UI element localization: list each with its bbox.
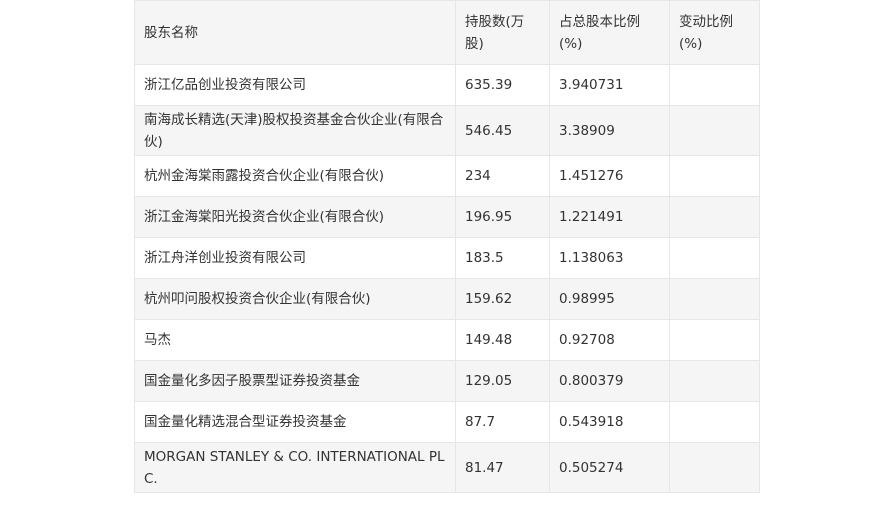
table-row: 浙江舟洋创业投资有限公司 183.5 1.138063 — [134, 237, 760, 279]
shareholder-table-container: 股东名称 持股数(万股) 占总股本比例(%) 变动比例(%) 浙江亿品创业投资有… — [134, 0, 760, 493]
table-row: 浙江亿品创业投资有限公司 635.39 3.940731 — [134, 64, 760, 106]
cell-shares-held: 635.39 — [455, 64, 550, 106]
cell-change-ratio — [669, 196, 760, 238]
header-change-ratio: 变动比例(%) — [669, 0, 760, 65]
cell-share-ratio: 0.543918 — [549, 401, 670, 443]
cell-share-ratio: 1.138063 — [549, 237, 670, 279]
header-shareholder-name: 股东名称 — [134, 0, 456, 65]
cell-shareholder-name: 马杰 — [134, 319, 456, 361]
cell-shareholder-name: 国金量化多因子股票型证券投资基金 — [134, 360, 456, 402]
cell-shares-held: 129.05 — [455, 360, 550, 402]
table-row: 国金量化精选混合型证券投资基金 87.7 0.543918 — [134, 401, 760, 443]
table-row: 杭州金海棠雨露投资合伙企业(有限合伙) 234 1.451276 — [134, 155, 760, 197]
cell-shareholder-name: 杭州叩问股权投资合伙企业(有限合伙) — [134, 278, 456, 320]
cell-change-ratio — [669, 155, 760, 197]
cell-shareholder-name: 杭州金海棠雨露投资合伙企业(有限合伙) — [134, 155, 456, 197]
cell-change-ratio — [669, 64, 760, 106]
cell-change-ratio — [669, 237, 760, 279]
cell-share-ratio: 3.940731 — [549, 64, 670, 106]
table-header-row: 股东名称 持股数(万股) 占总股本比例(%) 变动比例(%) — [134, 0, 760, 65]
cell-change-ratio — [669, 278, 760, 320]
cell-shares-held: 87.7 — [455, 401, 550, 443]
cell-shareholder-name: 南海成长精选(天津)股权投资基金合伙企业(有限合伙) — [134, 105, 456, 156]
table-row: 马杰 149.48 0.92708 — [134, 319, 760, 361]
cell-shareholder-name: MORGAN STANLEY & CO. INTERNATIONAL PLC. — [134, 442, 456, 493]
cell-shareholder-name: 国金量化精选混合型证券投资基金 — [134, 401, 456, 443]
cell-share-ratio: 1.451276 — [549, 155, 670, 197]
cell-share-ratio: 0.800379 — [549, 360, 670, 402]
header-shares-held: 持股数(万股) — [455, 0, 550, 65]
cell-shares-held: 546.45 — [455, 105, 550, 156]
cell-share-ratio: 1.221491 — [549, 196, 670, 238]
cell-change-ratio — [669, 401, 760, 443]
cell-change-ratio — [669, 105, 760, 156]
cell-share-ratio: 0.98995 — [549, 278, 670, 320]
table-row: 杭州叩问股权投资合伙企业(有限合伙) 159.62 0.98995 — [134, 278, 760, 320]
cell-share-ratio: 0.505274 — [549, 442, 670, 493]
shareholder-table: 股东名称 持股数(万股) 占总股本比例(%) 变动比例(%) 浙江亿品创业投资有… — [134, 0, 760, 493]
cell-shareholder-name: 浙江舟洋创业投资有限公司 — [134, 237, 456, 279]
table-row: 国金量化多因子股票型证券投资基金 129.05 0.800379 — [134, 360, 760, 402]
table-row: 南海成长精选(天津)股权投资基金合伙企业(有限合伙) 546.45 3.3890… — [134, 105, 760, 156]
table-row: MORGAN STANLEY & CO. INTERNATIONAL PLC. … — [134, 442, 760, 493]
cell-shares-held: 234 — [455, 155, 550, 197]
cell-change-ratio — [669, 360, 760, 402]
cell-share-ratio: 0.92708 — [549, 319, 670, 361]
cell-shareholder-name: 浙江亿品创业投资有限公司 — [134, 64, 456, 106]
cell-shares-held: 159.62 — [455, 278, 550, 320]
cell-shareholder-name: 浙江金海棠阳光投资合伙企业(有限合伙) — [134, 196, 456, 238]
cell-shares-held: 149.48 — [455, 319, 550, 361]
header-share-ratio: 占总股本比例(%) — [549, 0, 670, 65]
cell-change-ratio — [669, 442, 760, 493]
cell-shares-held: 81.47 — [455, 442, 550, 493]
cell-share-ratio: 3.38909 — [549, 105, 670, 156]
table-row: 浙江金海棠阳光投资合伙企业(有限合伙) 196.95 1.221491 — [134, 196, 760, 238]
cell-change-ratio — [669, 319, 760, 361]
cell-shares-held: 183.5 — [455, 237, 550, 279]
cell-shares-held: 196.95 — [455, 196, 550, 238]
